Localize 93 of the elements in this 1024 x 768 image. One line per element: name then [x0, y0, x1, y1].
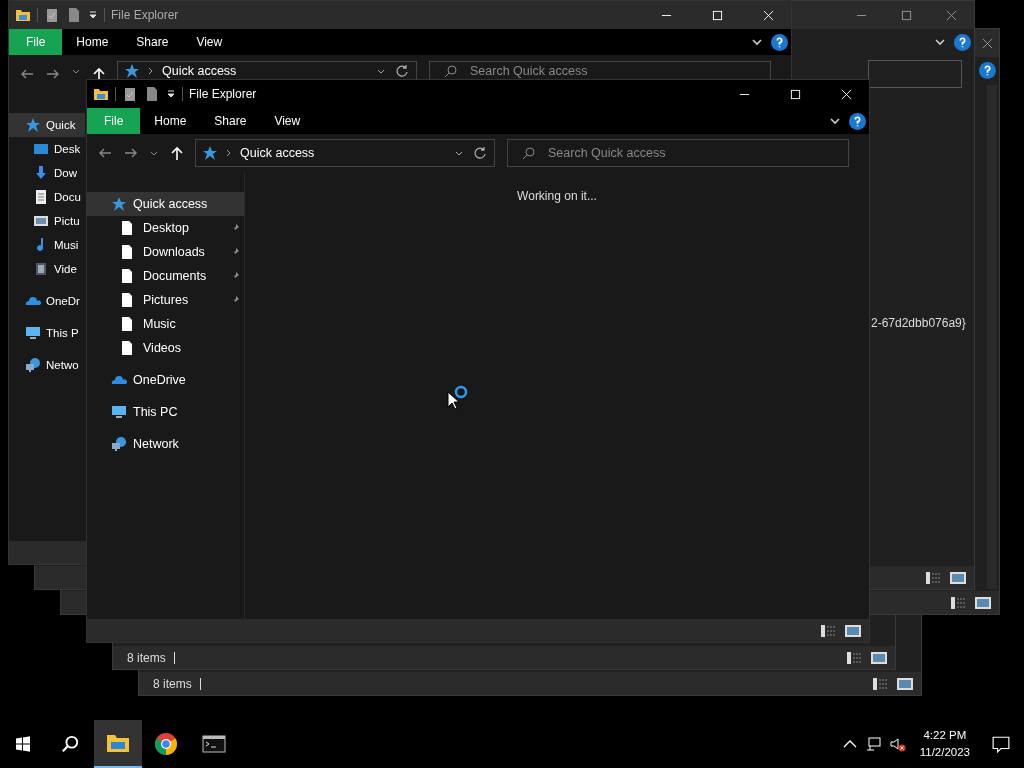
network-icon [111, 436, 127, 452]
document-icon [119, 292, 135, 308]
navigation-item[interactable]: OneDrive [87, 368, 244, 392]
large-icons-view-icon[interactable] [897, 677, 913, 690]
navigation-item[interactable]: Quick access [87, 192, 244, 216]
details-view-icon[interactable] [926, 571, 942, 584]
navigation-item[interactable]: Quick [9, 113, 85, 137]
star-icon [111, 196, 127, 212]
navigation-item[interactable]: Docu [9, 185, 85, 209]
terminal-icon [202, 732, 226, 756]
document-icon [119, 268, 135, 284]
large-icons-view-icon[interactable] [975, 596, 991, 609]
navigation-item[interactable]: Netwo [9, 353, 85, 377]
navigation-item[interactable]: This P [9, 321, 85, 345]
search-icon [521, 145, 537, 161]
monitor-icon [111, 404, 127, 420]
navigation-item[interactable]: Musi [9, 233, 85, 257]
document-icon [119, 220, 135, 236]
picture-icon [33, 213, 49, 229]
star-icon [25, 117, 41, 133]
navigation-item[interactable]: Documents [87, 264, 244, 288]
navigation-item[interactable]: Dow [9, 161, 85, 185]
breadcrumb-chevron-icon [148, 66, 154, 76]
film-icon [33, 261, 49, 277]
details-view-icon[interactable] [847, 651, 863, 664]
chevron-down-icon[interactable] [751, 36, 763, 48]
monitor-icon [25, 325, 41, 341]
ribbon-tab[interactable]: View [182, 29, 237, 55]
navigation-item[interactable]: Videos [87, 336, 244, 360]
up-arrow-icon[interactable] [169, 145, 185, 161]
navigation-item[interactable]: Desk [9, 137, 85, 161]
search-field[interactable]: Search Quick access [507, 139, 849, 167]
address-bar[interactable]: Quick access [195, 139, 495, 167]
document-icon [119, 340, 135, 356]
busy-cursor-icon [447, 384, 469, 410]
search-icon [443, 63, 459, 79]
details-view-icon[interactable] [821, 624, 837, 637]
navigation-item[interactable]: This PC [87, 400, 244, 424]
navigation-item[interactable]: Network [87, 432, 244, 456]
window-title: File Explorer [111, 8, 179, 22]
network-icon [25, 357, 41, 373]
ribbon-tab[interactable]: Share [122, 29, 183, 55]
folder-icon [15, 7, 31, 23]
document-icon [33, 189, 49, 205]
search-field[interactable]: Search Quick access [429, 61, 771, 80]
browser-icon [154, 732, 178, 756]
large-icons-view-icon[interactable] [871, 651, 887, 664]
new-folder-icon [66, 7, 82, 23]
new-folder-icon [144, 86, 160, 102]
ribbon-tab[interactable]: Home [140, 108, 201, 134]
navigation-item[interactable]: Music [87, 312, 244, 336]
navigation-item[interactable]: Pictures [87, 288, 244, 312]
item-count: 8 items [153, 676, 192, 691]
navigation-item[interactable]: Pictu [9, 209, 85, 233]
ribbon-tab[interactable]: View [260, 108, 315, 134]
window-title: File Explorer [189, 87, 257, 101]
refresh-icon[interactable] [472, 145, 488, 161]
clock[interactable]: 4:22 PM 11/2/2023 [909, 727, 980, 761]
star-icon [124, 63, 140, 79]
help-icon[interactable] [771, 33, 788, 51]
item-count: 8 items [127, 650, 166, 665]
large-icons-view-icon[interactable] [845, 624, 861, 637]
ribbon-tab[interactable]: Share [200, 108, 261, 134]
folder-icon [93, 86, 109, 102]
taskbar-app[interactable] [94, 720, 142, 768]
navigation-item[interactable]: Downloads [87, 240, 244, 264]
navigation-item[interactable]: Desktop [87, 216, 244, 240]
star-icon [202, 145, 218, 161]
details-view-icon[interactable] [951, 596, 967, 609]
help-icon[interactable] [849, 112, 866, 130]
properties-icon [122, 86, 138, 102]
chevron-down-icon[interactable] [829, 115, 841, 127]
document-icon [119, 316, 135, 332]
navigation-item[interactable]: OneDr [9, 289, 85, 313]
search-field[interactable] [868, 60, 962, 88]
help-icon[interactable] [979, 61, 996, 79]
large-icons-view-icon[interactable] [950, 571, 966, 584]
dropdown-icon[interactable] [166, 89, 176, 99]
properties-icon [44, 7, 60, 23]
navigation-item[interactable]: Vide [9, 257, 85, 281]
path-text: 2-67d2dbb076a9} [871, 316, 966, 332]
refresh-icon[interactable] [394, 63, 410, 79]
breadcrumb-chevron-icon [226, 148, 232, 158]
dropdown-icon[interactable] [88, 10, 98, 20]
ribbon-tab[interactable]: Home [62, 29, 123, 55]
details-view-icon[interactable] [873, 677, 889, 690]
up-arrow-icon[interactable] [91, 66, 107, 82]
help-icon[interactable] [954, 33, 971, 51]
loading-message: Working on it... [517, 189, 597, 203]
download-icon [33, 165, 49, 181]
chevron-down-icon[interactable] [934, 36, 946, 48]
document-icon [119, 244, 135, 260]
desktop-icon [33, 141, 49, 157]
